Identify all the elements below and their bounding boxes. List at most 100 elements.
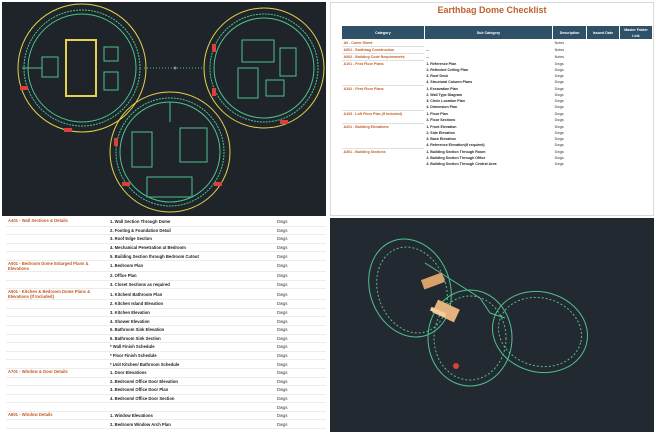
header-issued-date: Issued Date — [586, 25, 620, 40]
sub-category-cell: 5. Bathroom Sink Elevation — [108, 325, 275, 335]
table-row: 3. Roof Edge Section Dwgs — [6, 234, 326, 244]
details-list-panel: A401 - Wall Sections & Details 1. Wall Se… — [2, 218, 326, 432]
category-cell: A002 - Building Code Requirements — [341, 53, 425, 61]
table-row: 4. Mechanical Penetration at Bedroom Dwgs — [6, 243, 326, 253]
master-folder-link-cell — [619, 161, 652, 167]
sub-category-cell: 2. Bedroom Window Arch Plan — [108, 419, 275, 430]
sub-category-cell — [108, 402, 275, 412]
description-cell: Dwgs — [274, 334, 326, 344]
sub-category-cell: 1. Wall Section Through Dome — [108, 218, 275, 227]
description-cell: Dwgs — [274, 325, 326, 335]
category-cell — [6, 342, 109, 352]
table-row: 2. Kitchen Island Elevation Dwgs — [6, 299, 326, 309]
category-cell: A601 - Kitchen & Bedroom Dome Plans & El… — [6, 288, 109, 301]
category-cell: A701 - Window & Door Details — [6, 368, 109, 378]
table-row: * Wall Finish Schedule Dwgs — [6, 342, 326, 352]
table-row: Dwgs — [6, 402, 326, 412]
description-cell: Notes — [554, 48, 565, 52]
description-cell: Notes — [554, 55, 565, 59]
sub-category-cell: -- — [426, 55, 429, 59]
description-cell: Dwgs — [274, 299, 326, 309]
issued-date-cell — [587, 161, 620, 167]
sub-category-cell: 4. Mechanical Penetration at Bedroom — [108, 243, 275, 253]
master-folder-link-cell — [619, 40, 652, 47]
sub-category-cell: 6. Bathroom Sink Section — [108, 334, 275, 344]
category-cell — [6, 308, 109, 318]
sub-category-cell: 2. Bedroom/ Office Door Elevation — [108, 377, 275, 387]
sub-category-cell — [424, 40, 552, 47]
right-dome-outer-ring — [203, 7, 325, 129]
table-row: 2. Bedroom Window Arch Plan Dwgs — [6, 419, 326, 430]
sub-category-cell: 1. Door Elevations — [108, 368, 275, 378]
header-sub-category: Sub Category — [423, 25, 554, 40]
master-folder-link-cell — [619, 54, 652, 61]
category-cell — [6, 359, 109, 369]
sub-category-cell: 1. Bedroom Plan — [108, 260, 275, 272]
description-cell: Dwgs — [554, 162, 564, 166]
description-cell: Dwgs — [274, 419, 326, 430]
category-cell: A401 - Wall Sections & Details — [6, 218, 109, 227]
category-cell — [6, 334, 109, 344]
description-cell: Dwgs — [274, 402, 326, 412]
category-cell — [6, 325, 109, 335]
description-cell: Dwgs — [274, 411, 326, 421]
category-cell — [6, 385, 109, 395]
description-cell: Dwgs — [274, 368, 326, 378]
table-row: 3. Bedroom/ Office Door Plan Dwgs — [6, 385, 326, 395]
table-row: 4. Shower Elevation Dwgs — [6, 316, 326, 326]
category-cell: A0 - Cover Sheet — [341, 39, 425, 47]
header-category: Category — [341, 25, 425, 40]
left-dome-outline — [368, 238, 452, 338]
description-cell: Dwgs — [274, 308, 326, 318]
checklist-table: Category Sub Category Description Issued… — [341, 25, 653, 167]
checklist-title: Earthbag Dome Checklist — [437, 5, 547, 15]
wood-beam-details — [420, 272, 460, 323]
sub-category-cell: 3. Roof Edge Section — [108, 234, 275, 244]
description-cell: Dwgs — [274, 260, 326, 272]
description-cell: Notes — [554, 41, 565, 46]
description-cell: Dwgs — [274, 342, 326, 352]
sub-category-cell: 3. Kitchen Elevation — [108, 308, 275, 318]
sub-category-cell: 4. Shower Elevation — [108, 316, 275, 326]
right-dome-kitchen — [241, 39, 275, 63]
description-cell: Dwgs — [274, 226, 326, 236]
category-cell — [6, 234, 109, 244]
category-cell — [6, 394, 109, 404]
table-row: A0 - Cover Sheet Notes — [341, 39, 653, 47]
sub-category-cell: 4. Bedroom/ Office Door Section — [108, 394, 275, 404]
table-row: A001 - Earthbag Construction -- Notes — [341, 46, 653, 54]
table-row: * Unit Kitchen/ Bathroom Schedule Dwgs — [6, 359, 326, 369]
cad-roof-outline-drawing — [368, 238, 589, 387]
sub-category-cell: 3. Building Section Through Central Area — [426, 162, 497, 166]
table-row: A401 - Wall Sections & Details 1. Wall Se… — [6, 218, 326, 227]
sub-category-cell: 2. Kitchen Island Elevation — [108, 299, 275, 309]
table-row: 3. Building Section Through Central Area… — [342, 161, 653, 167]
category-cell — [6, 243, 109, 253]
cad-floor-plan-drawing — [17, 3, 325, 213]
description-cell: Dwgs — [274, 243, 326, 253]
master-folder-link-cell — [619, 47, 652, 54]
category-cell: A801 - Window Details — [6, 411, 109, 421]
table-row: A002 - Building Code Requirements -- Notes — [341, 53, 653, 61]
sub-category-cell: * Unit Kitchen/ Bathroom Schedule — [108, 359, 275, 369]
details-list-table: A401 - Wall Sections & Details 1. Wall Se… — [6, 218, 326, 430]
description-cell: Dwgs — [274, 394, 326, 404]
sub-category-cell: 2. Office Plan — [108, 271, 275, 281]
table-row: 2. Bedroom/ Office Door Elevation Dwgs — [6, 377, 326, 387]
description-cell: Dwgs — [274, 234, 326, 244]
table-row: 2. Footing & Foundation Detail Dwgs — [6, 226, 326, 236]
category-cell — [6, 419, 109, 430]
cad-floor-plan-panel — [2, 2, 326, 216]
table-row: 5. Bathroom Sink Elevation Dwgs — [6, 325, 326, 335]
table-row: A701 - Window & Door Details 1. Door Elev… — [6, 368, 326, 378]
category-cell — [6, 316, 109, 326]
sub-category-cell: 2. Footing & Foundation Detail — [108, 226, 275, 236]
category-cell: A001 - Earthbag Construction — [341, 46, 425, 54]
header-description: Description — [552, 25, 588, 40]
right-dome-outline — [491, 290, 589, 374]
sub-category-cell: 1. Kitchen/ Bathroom Plan — [108, 288, 275, 301]
details-list-body: A401 - Wall Sections & Details 1. Wall Se… — [6, 218, 326, 430]
category-cell — [342, 161, 425, 167]
sub-category-cell: * Wall Finish Schedule — [108, 342, 275, 352]
description-cell: Dwgs — [274, 280, 326, 290]
